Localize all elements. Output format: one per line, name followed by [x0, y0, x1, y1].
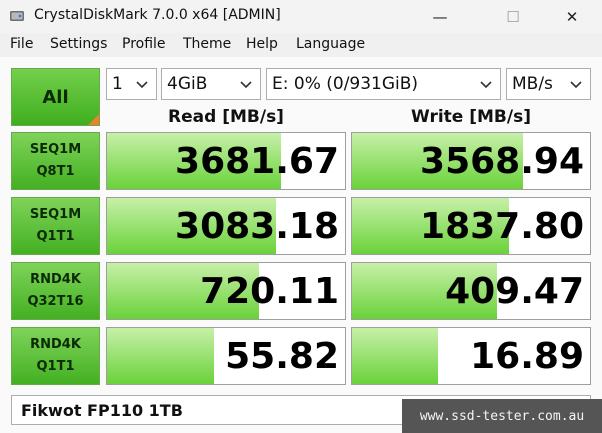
unit-select[interactable]: MB/s: [506, 68, 591, 100]
menu-theme[interactable]: Theme: [183, 36, 231, 52]
all-button-label: All: [42, 86, 69, 108]
maximize-icon: ☐: [506, 7, 520, 26]
drive-value: E: 0% (0/931GiB): [272, 74, 419, 94]
read-value: 55.82: [225, 335, 339, 377]
menu-help[interactable]: Help: [246, 36, 278, 52]
read-result-cell: 720.11: [106, 262, 346, 320]
corner-marker: [88, 114, 99, 125]
test-name: RND4K: [30, 272, 81, 287]
unit-value: MB/s: [512, 74, 553, 94]
maximize-button[interactable]: ☐: [490, 0, 536, 33]
comment-text: Fikwot FP110 1TB: [21, 400, 183, 420]
menu-bar: File Settings Profile Theme Help Languag…: [0, 33, 602, 57]
write-value: 1837.80: [420, 205, 584, 247]
window-title: CrystalDiskMark 7.0.0 x64 [ADMIN]: [34, 7, 281, 23]
menu-language[interactable]: Language: [296, 36, 365, 52]
write-value: 3568.94: [420, 140, 584, 182]
app-disk-icon: [10, 11, 24, 21]
test-button-seq1m-q1t1[interactable]: SEQ1M Q1T1: [11, 197, 100, 255]
write-result-cell: 409.47: [351, 262, 591, 320]
title-bar: CrystalDiskMark 7.0.0 x64 [ADMIN] — ☐ ✕: [0, 0, 602, 33]
read-value: 3083.18: [175, 205, 339, 247]
test-queue: Q1T1: [36, 229, 75, 244]
read-value: 3681.67: [175, 140, 339, 182]
write-value: 409.47: [445, 270, 584, 312]
test-button-rnd4k-q1t1[interactable]: RND4K Q1T1: [11, 327, 100, 385]
close-icon: ✕: [565, 7, 579, 26]
test-size-select[interactable]: 4GiB: [161, 68, 261, 100]
read-result-cell: 3681.67: [106, 132, 346, 190]
read-result-cell: 3083.18: [106, 197, 346, 255]
chevron-down-icon: [480, 81, 492, 89]
menu-settings[interactable]: Settings: [50, 36, 107, 52]
write-result-cell: 16.89: [351, 327, 591, 385]
read-bar: [107, 328, 215, 384]
test-name: SEQ1M: [29, 207, 82, 222]
minimize-button[interactable]: —: [417, 0, 463, 33]
close-button[interactable]: ✕: [549, 0, 595, 33]
read-value: 720.11: [200, 270, 339, 312]
test-name: SEQ1M: [29, 142, 82, 157]
write-bar: [352, 328, 438, 384]
test-queue: Q8T1: [36, 164, 75, 179]
test-button-seq1m-q8t1[interactable]: SEQ1M Q8T1: [11, 132, 100, 190]
write-value: 16.89: [470, 335, 584, 377]
all-button[interactable]: All: [11, 68, 100, 126]
test-queue: Q1T1: [36, 359, 75, 374]
drive-select[interactable]: E: 0% (0/931GiB): [266, 68, 501, 100]
write-header: Write [MB/s]: [411, 107, 531, 127]
chevron-down-icon: [570, 81, 582, 89]
write-result-cell: 1837.80: [351, 197, 591, 255]
minimize-icon: —: [432, 7, 448, 26]
watermark: www.ssd-tester.com.au: [402, 399, 602, 433]
read-result-cell: 55.82: [106, 327, 346, 385]
chevron-down-icon: [240, 81, 252, 89]
test-count-value: 1: [112, 74, 123, 94]
menu-file[interactable]: File: [10, 36, 33, 52]
test-size-value: 4GiB: [167, 74, 208, 94]
menu-profile[interactable]: Profile: [122, 36, 166, 52]
read-header: Read [MB/s]: [168, 107, 284, 127]
test-name: RND4K: [30, 337, 81, 352]
test-count-select[interactable]: 1: [106, 68, 157, 100]
test-button-rnd4k-q32t16[interactable]: RND4K Q32T16: [11, 262, 100, 320]
test-queue: Q32T16: [27, 294, 84, 309]
chevron-down-icon: [136, 81, 148, 89]
write-result-cell: 3568.94: [351, 132, 591, 190]
